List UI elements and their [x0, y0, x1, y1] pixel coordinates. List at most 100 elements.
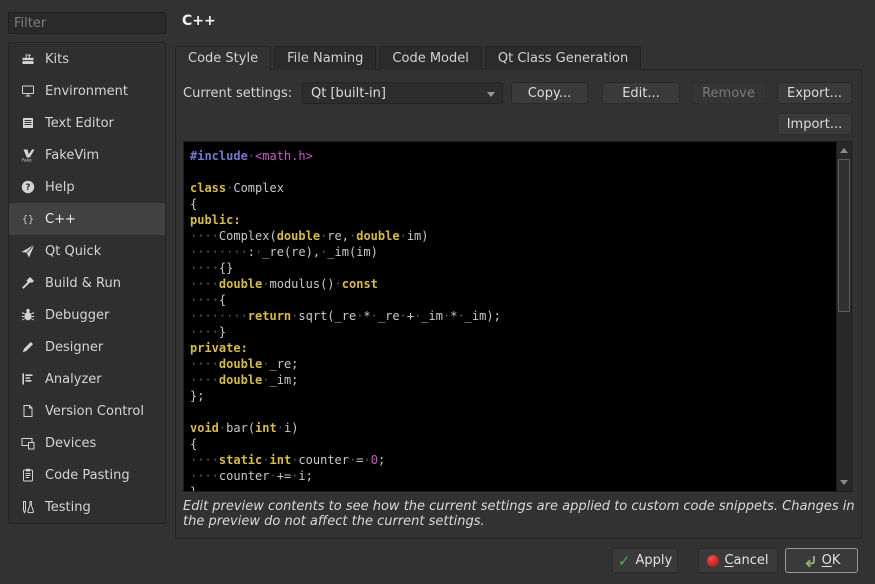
- help-icon: ?: [20, 179, 36, 195]
- svg-text:{}: {}: [22, 215, 34, 226]
- sidebar-item-version-control[interactable]: Version Control: [9, 395, 165, 427]
- sidebar-item-kits[interactable]: Kits: [9, 43, 165, 75]
- code-line: {: [190, 196, 836, 212]
- debugger-icon: [20, 307, 36, 323]
- sidebar-item-build-run[interactable]: Build & Run: [9, 267, 165, 299]
- apply-button[interactable]: ✓ Apply: [612, 548, 678, 573]
- code-line: ····{: [190, 292, 836, 308]
- svg-text:Fake: Fake: [22, 158, 32, 163]
- apply-button-label: Apply: [635, 553, 672, 568]
- scroll-up-button[interactable]: [837, 143, 851, 158]
- tab-content-pane: Current settings: Qt [built-in] Copy... …: [175, 69, 862, 539]
- scrollbar-thumb[interactable]: [838, 159, 850, 312]
- cpp-icon: {}: [20, 211, 36, 227]
- devices-icon: [20, 435, 36, 451]
- sidebar-item-label: Text Editor: [45, 116, 114, 131]
- code-line: void·bar(int·i): [190, 420, 836, 436]
- ok-button[interactable]: OK: [785, 548, 858, 573]
- code-line: ····{}: [190, 260, 836, 276]
- code-pasting-icon: [20, 467, 36, 483]
- tab-code-style[interactable]: Code Style: [175, 46, 271, 71]
- export-button[interactable]: Export...: [777, 82, 852, 104]
- check-icon: ✓: [618, 554, 631, 568]
- sidebar-item-qt-quick[interactable]: Qt Quick: [9, 235, 165, 267]
- code-line: ····double·_im;: [190, 372, 836, 388]
- sidebar-item-label: Devices: [45, 436, 96, 451]
- scroll-down-button[interactable]: [837, 475, 851, 490]
- code-line: ····double·_re;: [190, 356, 836, 372]
- code-preview-editor[interactable]: #include·<math.h> class·Complex{public:·…: [183, 141, 852, 492]
- sidebar-item-debugger[interactable]: Debugger: [9, 299, 165, 331]
- sidebar-item-label: Designer: [45, 340, 103, 355]
- sidebar-item-label: FakeVim: [45, 148, 99, 163]
- sidebar-item-label: Version Control: [45, 404, 144, 419]
- text-editor-icon: [20, 115, 36, 131]
- sidebar-item-label: C++: [45, 212, 76, 227]
- code-line: };: [190, 388, 836, 404]
- cancel-icon: [707, 555, 719, 567]
- sidebar-item-fakevim[interactable]: Fake FakeVim: [9, 139, 165, 171]
- remove-button: Remove: [691, 82, 766, 104]
- fakevim-icon: Fake: [20, 147, 36, 163]
- code-line: ····counter·+=·i;: [190, 468, 836, 484]
- sidebar-item-label: Environment: [45, 84, 128, 99]
- analyzer-icon: [20, 371, 36, 387]
- tab-code-model[interactable]: Code Model: [379, 46, 481, 70]
- sidebar-item-testing[interactable]: Testing: [9, 491, 165, 523]
- code-line: {: [190, 436, 836, 452]
- version-control-icon: [20, 403, 36, 419]
- sidebar-item-help[interactable]: ? Help: [9, 171, 165, 203]
- code-line: }: [190, 484, 836, 491]
- triangle-up-icon: [840, 148, 848, 153]
- ok-arrow-icon: [803, 554, 817, 568]
- preview-hint-text: Edit preview contents to see how the cur…: [183, 499, 859, 529]
- copy-button[interactable]: Copy...: [511, 82, 588, 104]
- sidebar-item-devices[interactable]: Devices: [9, 427, 165, 459]
- import-button[interactable]: Import...: [777, 113, 852, 135]
- chevron-down-icon: [487, 92, 495, 97]
- edit-button[interactable]: Edit...: [602, 82, 680, 104]
- editor-vertical-scrollbar[interactable]: [836, 142, 851, 491]
- combo-selected-value: Qt [built-in]: [311, 86, 386, 101]
- sidebar-item-label: Analyzer: [45, 372, 102, 387]
- tab-qt-class-generation[interactable]: Qt Class Generation: [485, 46, 641, 70]
- sidebar-item-designer[interactable]: Designer: [9, 331, 165, 363]
- sidebar-item-label: Build & Run: [45, 276, 121, 291]
- tab-bar: Code StyleFile NamingCode ModelQt Class …: [175, 46, 644, 71]
- code-line: public:: [190, 212, 836, 228]
- sidebar-item-analyzer[interactable]: Analyzer: [9, 363, 165, 395]
- code-line: private:: [190, 340, 836, 356]
- sidebar-item-code-pasting[interactable]: Code Pasting: [9, 459, 165, 491]
- qt-quick-icon: [20, 243, 36, 259]
- code-line: [190, 404, 836, 420]
- code-line: [190, 164, 836, 180]
- code-line: ····double·modulus()·const: [190, 276, 836, 292]
- filter-input[interactable]: [8, 12, 166, 34]
- current-settings-label: Current settings:: [183, 86, 292, 101]
- svg-text:?: ?: [25, 183, 30, 193]
- options-dialog: Kits Environment Text Editor Fake FakeVim? He…: [0, 0, 875, 584]
- sidebar-item-environment[interactable]: Environment: [9, 75, 165, 107]
- sidebar-item-label: Help: [45, 180, 75, 195]
- environment-icon: [20, 83, 36, 99]
- page-title: C++: [182, 13, 216, 29]
- code-preview-content[interactable]: #include·<math.h> class·Complex{public:·…: [184, 142, 836, 491]
- sidebar-item-text-editor[interactable]: Text Editor: [9, 107, 165, 139]
- code-line: ····}: [190, 324, 836, 340]
- triangle-down-icon: [840, 480, 848, 485]
- designer-icon: [20, 339, 36, 355]
- sidebar-item-label: Testing: [45, 500, 91, 515]
- code-style-select[interactable]: Qt [built-in]: [302, 82, 503, 104]
- build-run-icon: [20, 275, 36, 291]
- code-line: ····static·int·counter·=·0;: [190, 452, 836, 468]
- code-line: ········return·sqrt(_re·*·_re·+·_im·*·_i…: [190, 308, 836, 324]
- testing-icon: [20, 499, 36, 515]
- ok-button-label: OK: [822, 553, 841, 568]
- sidebar-item-label: Debugger: [45, 308, 109, 323]
- sidebar-item-c[interactable]: {} C++: [9, 203, 165, 235]
- tab-file-naming[interactable]: File Naming: [274, 46, 376, 70]
- kits-icon: [20, 51, 36, 67]
- settings-category-list: Kits Environment Text Editor Fake FakeVim? He…: [8, 42, 166, 524]
- cancel-button[interactable]: Cancel: [698, 548, 778, 573]
- sidebar-item-label: Qt Quick: [45, 244, 101, 259]
